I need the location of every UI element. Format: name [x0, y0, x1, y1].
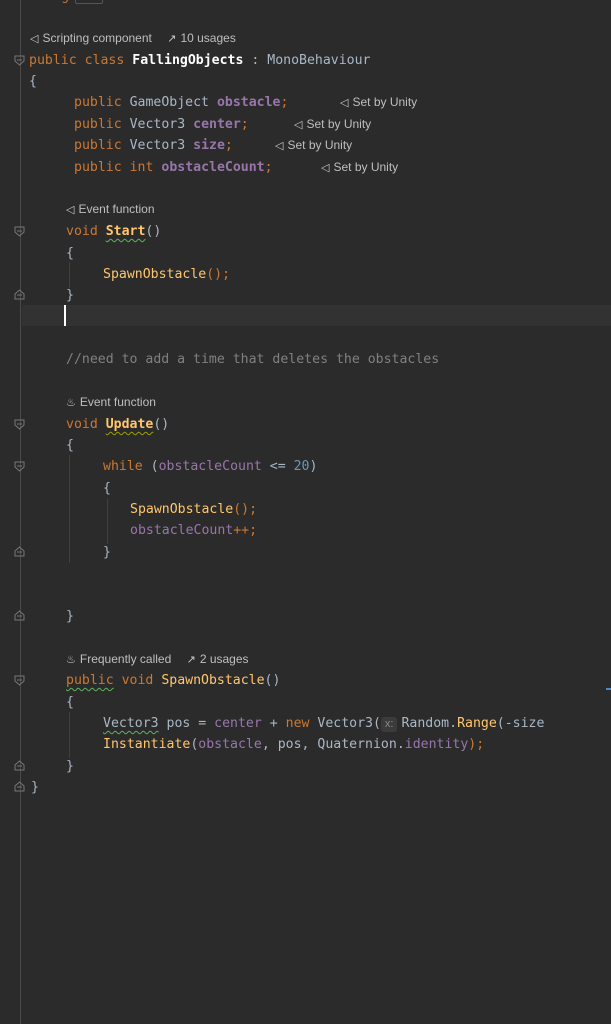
usages-icon: ↗ — [186, 654, 196, 666]
unity-field-hint: ◁ Set by Unity — [294, 115, 371, 134]
spawn-declaration[interactable]: public void SpawnObstacle() — [0, 670, 611, 691]
update-close-brace[interactable]: } — [0, 606, 611, 627]
frequently-called-hint[interactable]: Frequently called — [80, 652, 171, 666]
spawn-method-name: SpawnObstacle — [161, 673, 265, 688]
start-close-brace[interactable]: } — [0, 285, 611, 306]
unity-icon: ◁ — [340, 97, 349, 109]
folded-region-marker[interactable]: ... — [75, 0, 104, 4]
unity-icon: ◁ — [30, 33, 39, 45]
event-function-hint[interactable]: Event function — [80, 395, 156, 409]
update-open-brace[interactable]: { — [0, 435, 611, 456]
parameter-inlay-hint: x: — [380, 717, 398, 732]
text-caret — [64, 305, 66, 326]
class-open-brace[interactable]: { — [0, 71, 611, 92]
usages-icon: ↗ — [167, 33, 177, 45]
unity-field-hint: ◁ Set by Unity — [340, 93, 417, 112]
class-code-vision: ◁ Scripting component ↗ 10 usages — [30, 29, 236, 48]
scroll-marker — [606, 688, 611, 690]
scripting-component-hint[interactable]: Scripting component — [42, 31, 151, 45]
folded-using-block[interactable]: using... — [30, 0, 104, 4]
base-class: MonoBehaviour — [267, 53, 371, 68]
start-open-brace[interactable]: { — [0, 243, 611, 264]
class-declaration[interactable]: public class FallingObjects : MonoBehavi… — [0, 50, 611, 71]
while-close-brace[interactable]: } — [0, 542, 611, 563]
unity-icon: ◁ — [294, 119, 303, 131]
start-code-vision: ◁ Event function — [66, 200, 155, 219]
unity-field-hint: ◁ Set by Unity — [275, 136, 352, 155]
using-keyword: using — [30, 0, 69, 4]
class-close-brace[interactable]: } — [0, 777, 611, 798]
event-function-hint[interactable]: Event function — [78, 202, 154, 216]
unity-icon: ◁ — [66, 204, 75, 216]
while-spawn-call[interactable]: SpawnObstacle(); — [0, 499, 611, 520]
start-method-name: Start — [105, 224, 146, 239]
while-increment[interactable]: obstacleCount++; — [0, 520, 611, 541]
flame-icon: ♨ — [66, 654, 76, 666]
field-obstacle-count[interactable]: public int obstacleCount; ◁ Set by Unity — [0, 157, 611, 178]
spawn-open-brace[interactable]: { — [0, 692, 611, 713]
spawn-code-vision: ♨ Frequently called ↗ 2 usages — [66, 650, 249, 669]
while-statement[interactable]: while (obstacleCount <= 20) — [0, 456, 611, 477]
start-spawn-call[interactable]: SpawnObstacle(); — [0, 264, 611, 285]
field-center[interactable]: public Vector3 center; ◁ Set by Unity — [0, 114, 611, 135]
start-declaration[interactable]: void Start() — [0, 221, 611, 242]
unity-icon: ◁ — [321, 162, 330, 174]
unity-field-hint: ◁ Set by Unity — [321, 158, 398, 177]
class-usages-link[interactable]: 10 usages — [180, 31, 235, 45]
spawn-vector-line[interactable]: Vector3 pos = center + new Vector3(x: Ran… — [0, 713, 611, 734]
spawn-instantiate-line[interactable]: Instantiate(obstacle, pos, Quaternion.id… — [0, 734, 611, 755]
todo-comment[interactable]: //need to add a time that deletes the ob… — [0, 349, 611, 370]
update-code-vision: ♨ Event function — [66, 393, 156, 412]
spawn-usages-link[interactable]: 2 usages — [200, 652, 249, 666]
unity-icon: ◁ — [275, 140, 284, 152]
class-name: FallingObjects — [132, 53, 244, 68]
field-obstacle[interactable]: public GameObject obstacle; ◁ Set by Unit… — [0, 92, 611, 113]
current-line-highlight — [22, 305, 611, 326]
field-size[interactable]: public Vector3 size; ◁ Set by Unity — [0, 135, 611, 156]
while-open-brace[interactable]: { — [0, 478, 611, 499]
update-declaration[interactable]: void Update() — [0, 414, 611, 435]
spawn-close-brace[interactable]: } — [0, 756, 611, 777]
update-method-name: Update — [105, 417, 154, 432]
flame-icon: ♨ — [66, 397, 76, 409]
